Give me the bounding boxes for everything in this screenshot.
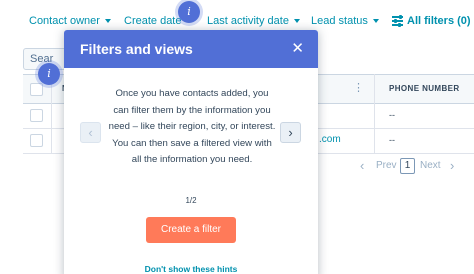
prev-page-button[interactable]: Prev <box>376 160 397 171</box>
create-date-label: Create date <box>124 15 182 27</box>
column-options-icon[interactable]: ⋮ <box>353 81 364 94</box>
phone-cell: -- <box>389 135 395 145</box>
dialog-header: Filters and views ✕ <box>64 30 318 68</box>
create-filter-button[interactable]: Create a filter <box>146 217 236 243</box>
phone-cell: -- <box>389 110 395 120</box>
current-page-number[interactable]: 1 <box>400 158 415 174</box>
last-activity-date-filter[interactable]: Last activity date <box>207 15 300 27</box>
email-link[interactable]: .com <box>319 134 341 145</box>
all-filters-label: All filters (0) <box>407 15 471 27</box>
contact-owner-label: Contact owner <box>29 15 100 27</box>
chevron-right-icon[interactable]: › <box>450 158 454 173</box>
previous-hint-button[interactable]: ‹ <box>80 122 101 143</box>
chevron-left-icon[interactable]: ‹ <box>360 158 364 173</box>
caret-down-icon <box>104 19 111 23</box>
sliders-icon <box>392 15 403 27</box>
dialog-title: Filters and views <box>80 41 193 57</box>
row-checkbox[interactable] <box>30 109 43 122</box>
dialog-body-text: Once you have contacts added, you can fi… <box>108 88 276 165</box>
info-beacon-icon[interactable]: i <box>38 63 60 85</box>
caret-down-icon <box>293 19 300 23</box>
phone-number-column-header[interactable]: PHONE NUMBER <box>389 84 460 93</box>
lead-status-filter[interactable]: Lead status <box>311 15 379 27</box>
close-icon[interactable]: ✕ <box>291 39 304 57</box>
hint-counter: 1/2 <box>185 196 197 205</box>
info-beacon-icon[interactable]: i <box>178 1 200 23</box>
all-filters-button[interactable]: All filters (0) <box>392 15 471 27</box>
dont-show-hints-link[interactable]: Don't show these hints <box>64 264 318 274</box>
next-page-button[interactable]: Next <box>420 160 441 171</box>
lead-status-label: Lead status <box>311 15 368 27</box>
filters-hint-dialog: Filters and views ✕ ‹ Once you have cont… <box>64 30 318 274</box>
caret-down-icon <box>372 19 379 23</box>
select-all-checkbox[interactable] <box>30 83 43 96</box>
row-checkbox[interactable] <box>30 134 43 147</box>
next-hint-button[interactable]: › <box>280 122 301 143</box>
contact-owner-filter[interactable]: Contact owner <box>29 15 111 27</box>
last-activity-date-label: Last activity date <box>207 15 289 27</box>
